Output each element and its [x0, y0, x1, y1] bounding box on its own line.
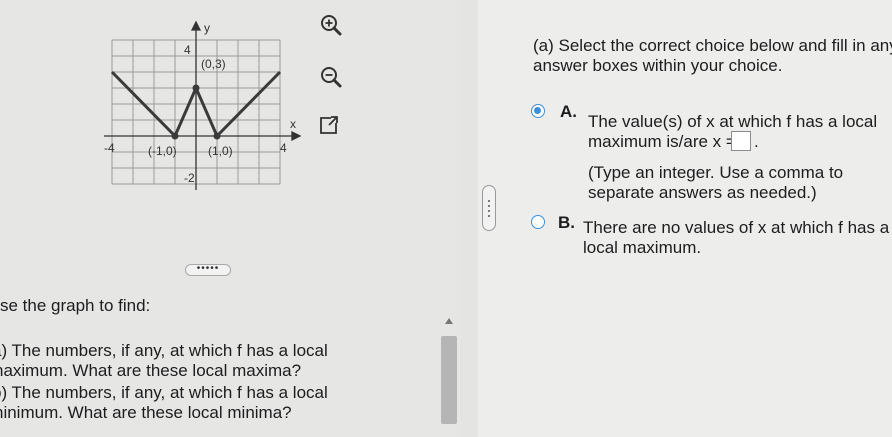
- zoom-in-icon[interactable]: [318, 12, 344, 38]
- scrollbar[interactable]: [438, 312, 460, 430]
- point-label-max: (0,3): [201, 57, 226, 71]
- question-prompt: answer boxes within your choice.: [533, 56, 783, 75]
- instruction-line: naximum. What are these local maxima?: [0, 361, 302, 380]
- question-prompt: (a) Select the correct choice below and …: [533, 36, 892, 55]
- option-b-text: local maximum.: [583, 238, 702, 257]
- scroll-up-arrow-icon[interactable]: [445, 318, 453, 324]
- point-label-min-right: (1,0): [208, 144, 233, 158]
- option-b-text: There are no values of x at which f has …: [583, 218, 890, 237]
- option-b-radio[interactable]: [531, 215, 545, 229]
- tick-label-bottom: -2: [184, 171, 195, 185]
- pane-divider-handle[interactable]: [482, 185, 496, 231]
- option-a-text: maximum is/are x =: [588, 132, 736, 151]
- instruction-line: ninimum. What are these local minima?: [0, 403, 292, 422]
- instruction-line: b) The numbers, if any, at which f has a…: [0, 383, 328, 402]
- instruction-line: se the graph to find:: [0, 296, 151, 315]
- x-axis-label: x: [290, 117, 296, 131]
- y-axis-label: y: [204, 21, 210, 35]
- expand-ellipsis-button[interactable]: •••••: [185, 264, 231, 276]
- option-a-text: The value(s) of x at which f has a local: [588, 112, 878, 131]
- option-a-hint: separate answers as needed.): [588, 183, 817, 202]
- option-a-period: .: [754, 132, 759, 151]
- external-link-icon[interactable]: [316, 112, 342, 138]
- scroll-thumb[interactable]: [441, 336, 457, 424]
- tick-label-right: 4: [280, 141, 287, 155]
- instruction-line: a) The numbers, if any, at which f has a…: [0, 341, 328, 360]
- option-b-letter: B.: [558, 213, 575, 232]
- zoom-out-icon[interactable]: [318, 64, 344, 90]
- function-graph: y x 4 -4 4 -2 (0,3) (-1,0) (1,0): [104, 20, 302, 190]
- tick-label-left: -4: [104, 141, 115, 155]
- option-a-letter: A.: [560, 102, 577, 121]
- tick-label-top: 4: [184, 43, 191, 57]
- option-a-radio[interactable]: [531, 104, 545, 118]
- point-label-min-left: (-1,0): [148, 144, 177, 158]
- option-a-hint: (Type an integer. Use a comma to: [588, 163, 844, 182]
- answer-input-box[interactable]: [731, 131, 751, 151]
